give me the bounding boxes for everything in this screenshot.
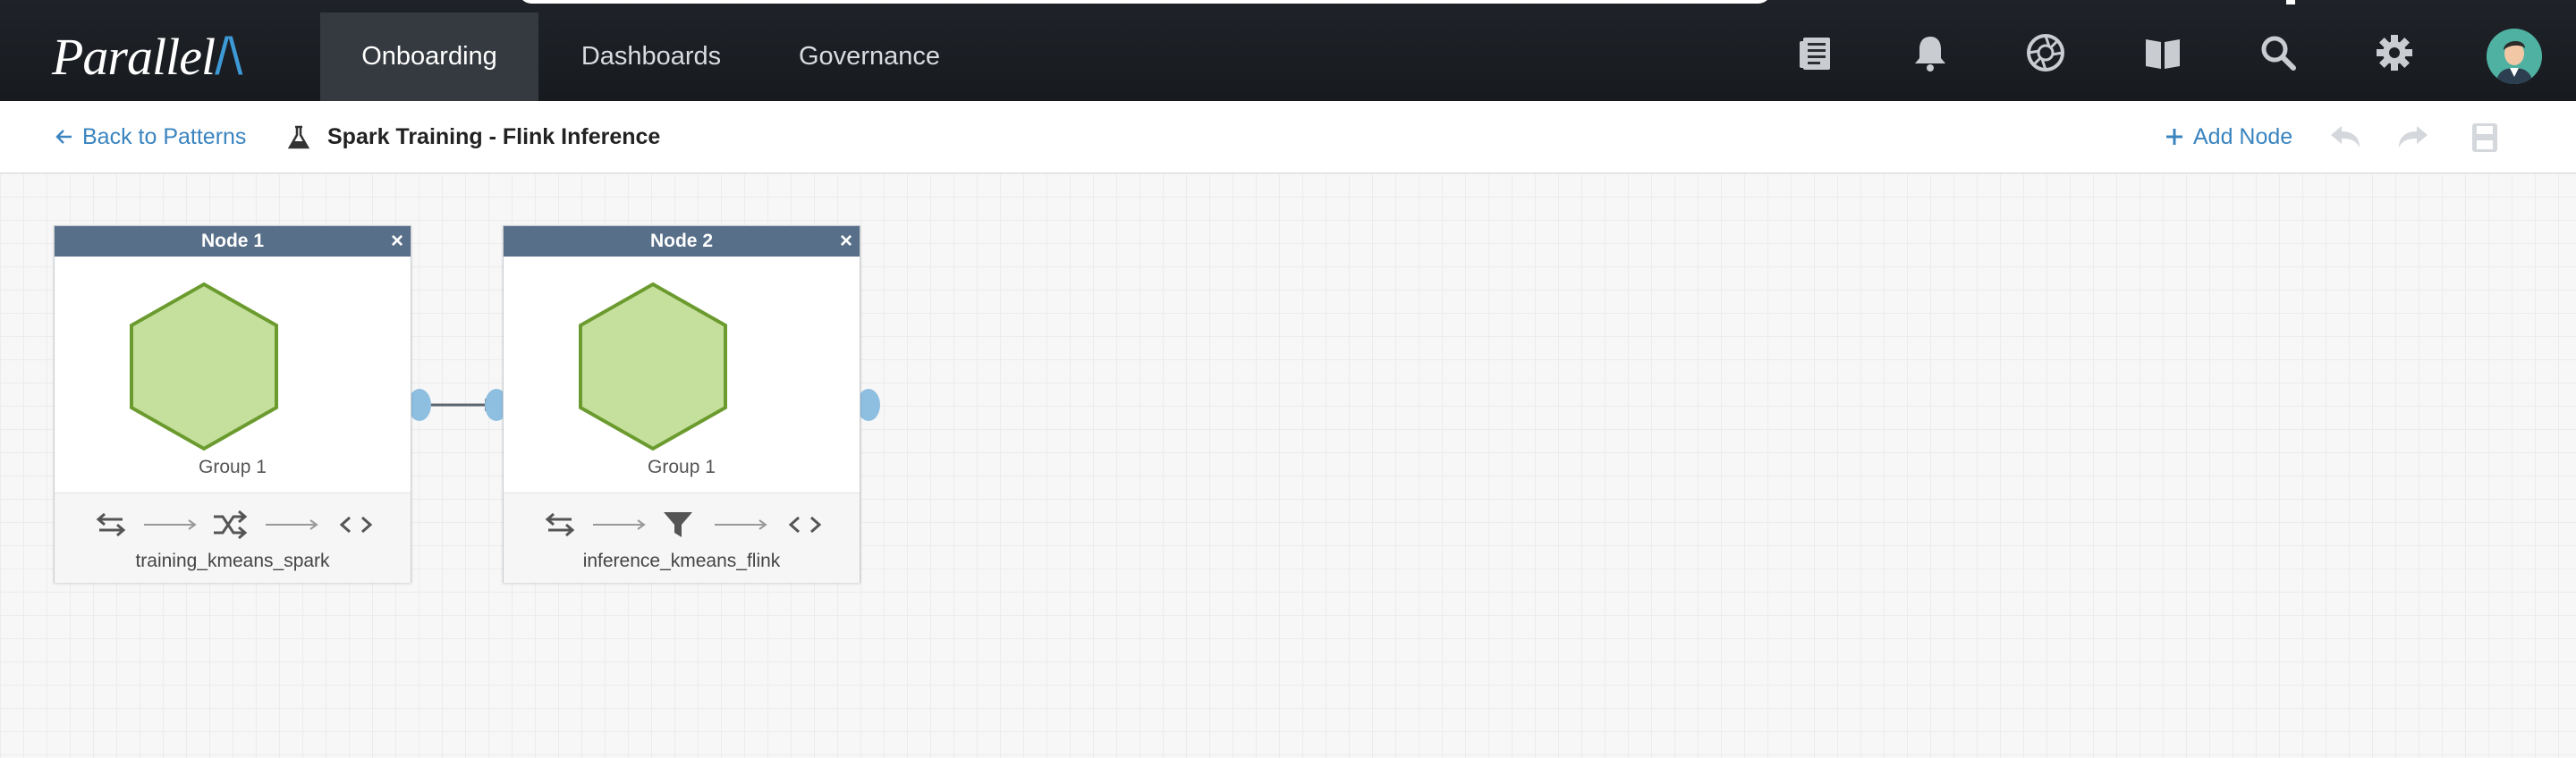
top-navigation-bar: Parallel/\ Onboarding Dashboards Governa…: [0, 0, 2576, 101]
node-title: Node 1: [200, 231, 264, 251]
group-label: Group 1: [648, 457, 716, 477]
redo-icon[interactable]: [2395, 122, 2431, 153]
tab-dashboards[interactable]: Dashboards: [556, 13, 746, 101]
node-footer: inference_kmeans_flink: [504, 493, 860, 583]
pattern-title: Spark Training - Flink Inference: [327, 124, 661, 149]
tab-label: Dashboards: [580, 42, 722, 71]
transfer-icon: [545, 512, 575, 537]
tab-label: Governance: [799, 42, 940, 71]
tab-onboarding[interactable]: Onboarding: [320, 13, 538, 101]
back-link-label: Back to Patterns: [82, 123, 247, 149]
gear-icon[interactable]: [2374, 32, 2415, 73]
add-node-label: Add Node: [2193, 123, 2293, 149]
arrow-right-icon: [593, 519, 646, 530]
shuffle-icon: [214, 510, 248, 540]
browser-edge-mark: [2286, 0, 2295, 4]
book-icon[interactable]: [2142, 32, 2183, 73]
pipeline-flow: [96, 510, 373, 540]
arrow-right-icon: [266, 519, 318, 530]
undo-icon[interactable]: [2327, 122, 2363, 153]
group-hexagon-icon[interactable]: [128, 282, 280, 451]
node-footer: training_kmeans_spark: [55, 493, 411, 583]
arrow-right-icon: [144, 519, 197, 530]
back-to-patterns-link[interactable]: Back to Patterns: [55, 121, 246, 153]
pipeline-node[interactable]: Node 1 × Group 1 training_kmeans_spark: [54, 225, 411, 583]
logo-text: Parallel: [52, 28, 216, 86]
job-name: training_kmeans_spark: [135, 551, 330, 571]
plus-icon: [2166, 129, 2182, 145]
pattern-toolbar: Back to Patterns Spark Training - Flink …: [0, 101, 2576, 173]
group-hexagon-icon[interactable]: [577, 282, 729, 451]
group-label: Group 1: [199, 457, 267, 477]
transfer-icon: [96, 512, 126, 537]
tab-governance[interactable]: Governance: [778, 13, 961, 101]
close-icon[interactable]: ×: [391, 226, 403, 257]
code-brackets-icon: [788, 516, 822, 534]
add-node-button[interactable]: Add Node: [2165, 121, 2292, 153]
aperture-icon[interactable]: [2025, 32, 2066, 73]
logo-mark: /\: [215, 28, 242, 86]
avatar[interactable]: [2487, 29, 2542, 84]
save-icon[interactable]: [2467, 122, 2503, 153]
node-title: Node 2: [649, 231, 713, 251]
flask-icon: [287, 125, 310, 149]
filter-icon: [664, 512, 692, 537]
document-icon[interactable]: [1795, 32, 1836, 73]
pipeline-node[interactable]: Node 2 × Group 1 inference_kmeans_flink: [503, 225, 860, 583]
arrow-right-icon: [715, 519, 767, 530]
arrow-left-icon: [55, 130, 72, 144]
browser-address-bar-edge: [519, 0, 1771, 4]
node-header[interactable]: Node 2 ×: [504, 226, 860, 257]
close-icon[interactable]: ×: [840, 226, 852, 257]
tab-label: Onboarding: [361, 42, 497, 71]
pipeline-flow: [545, 512, 822, 537]
bell-icon[interactable]: [1910, 32, 1951, 73]
code-brackets-icon: [339, 516, 373, 534]
job-name: inference_kmeans_flink: [582, 551, 781, 571]
node-header[interactable]: Node 1 ×: [55, 226, 411, 257]
parallelm-logo[interactable]: Parallel/\: [52, 27, 242, 86]
search-icon[interactable]: [2258, 32, 2299, 73]
